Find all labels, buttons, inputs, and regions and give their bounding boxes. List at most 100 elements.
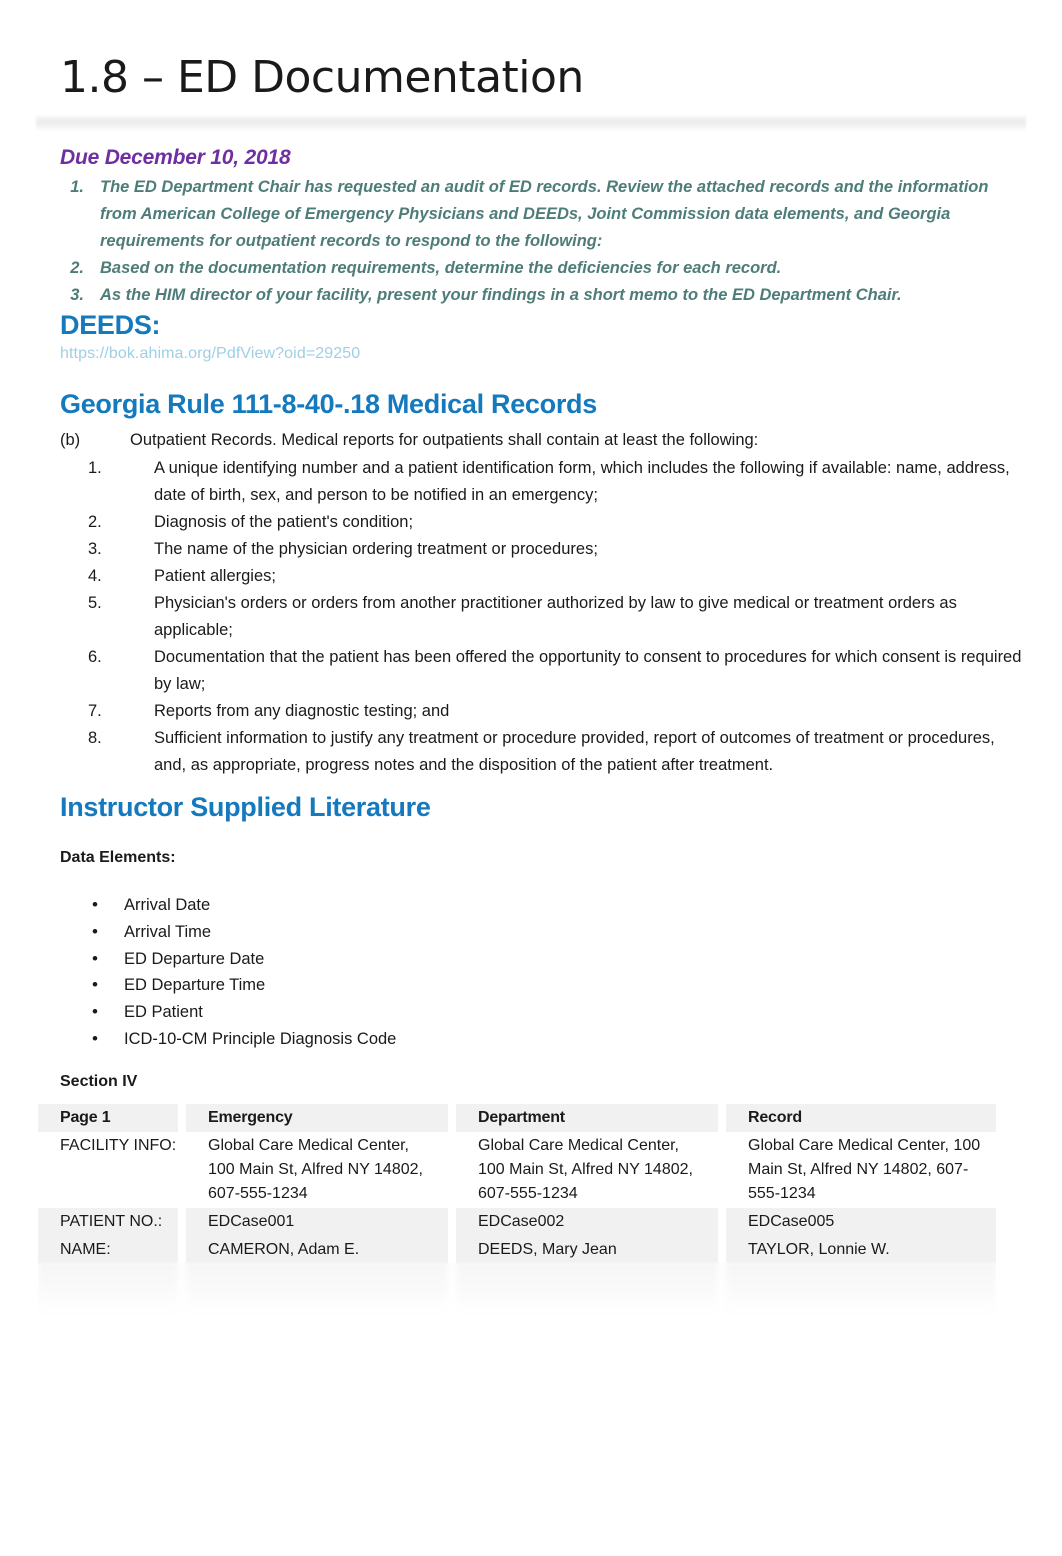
data-elements-label: Data Elements: (60, 849, 176, 866)
table-header-cell: Emergency (186, 1104, 456, 1132)
list-item-number: 7. (88, 702, 102, 720)
record-table-continued (38, 1262, 996, 1318)
data-elements-list: • Arrival Date • Arrival Time • ED Depar… (92, 892, 792, 1053)
bullet-icon: • (92, 948, 98, 968)
list-item-text: As the HIM director of your facility, pr… (100, 286, 902, 304)
list-item-number: 3. (88, 540, 102, 558)
list-item-number: 1. (70, 178, 84, 196)
list-item: 1. The ED Department Chair has requested… (60, 174, 1015, 255)
table-truncated-rows (38, 1262, 996, 1320)
table-cell: CAMERON, Adam E. (186, 1236, 456, 1264)
bullet-icon: • (92, 975, 98, 995)
instructor-literature-heading: Instructor Supplied Literature (60, 792, 431, 822)
list-item: • ED Departure Date (92, 946, 792, 973)
table-header-cell: Department (456, 1104, 726, 1132)
list-item-text: ED Departure Time (124, 976, 266, 995)
table-header-cell: Record (726, 1104, 996, 1132)
list-item: 3. The name of the physician ordering tr… (88, 536, 1028, 563)
list-item: 4. Patient allergies; (88, 563, 1028, 590)
table-header-row: Page 1 Emergency Department Record (38, 1104, 996, 1132)
list-item-text: ICD-10-CM Principle Diagnosis Code (124, 1029, 397, 1048)
list-item-text: A unique identifying number and a patien… (154, 459, 1010, 504)
row-label: FACILITY INFO: (38, 1132, 186, 1208)
list-item: 5. Physician's orders or orders from ano… (88, 590, 1028, 644)
list-item: 2. Diagnosis of the patient's condition; (88, 509, 1028, 536)
table-row: FACILITY INFO: Global Care Medical Cente… (38, 1132, 996, 1208)
row-label: NAME: (38, 1236, 186, 1264)
table-cell (186, 1290, 456, 1318)
table-cell (726, 1262, 996, 1290)
list-item-number: 2. (88, 513, 102, 531)
list-item-number: 4. (88, 567, 102, 585)
table-row (38, 1290, 996, 1318)
truncated-rows-blur (38, 1262, 996, 1318)
table-cell (726, 1290, 996, 1318)
list-item-text: Diagnosis of the patient's condition; (154, 513, 414, 531)
list-item-text: The name of the physician ordering treat… (154, 540, 598, 558)
list-item: • ED Patient (92, 999, 792, 1026)
table-cell: Global Care Medical Center, 100 Main St,… (456, 1132, 726, 1208)
list-item: • Arrival Date (92, 892, 792, 919)
list-item-text: Arrival Date (124, 896, 211, 914)
table-row (38, 1262, 996, 1290)
bullet-icon: • (92, 921, 98, 941)
table-cell (456, 1290, 726, 1318)
table-cell: EDCase005 (726, 1208, 996, 1236)
table-row: PATIENT NO.: EDCase001 EDCase002 EDCase0… (38, 1208, 996, 1236)
list-item-number: 8. (88, 729, 102, 747)
list-item-text: Based on the documentation requirements,… (100, 259, 782, 277)
deeds-heading: DEEDS: (60, 310, 161, 340)
list-item: 6. Documentation that the patient has be… (88, 644, 1028, 698)
georgia-subsection-text: Outpatient Records. Medical reports for … (130, 431, 759, 449)
list-item-number: 6. (88, 648, 102, 666)
bullet-icon: • (92, 895, 98, 914)
page-title: 1.8 – ED Documentation (60, 52, 584, 103)
list-item-text: ED Patient (124, 1003, 203, 1022)
list-item-text: Arrival Time (124, 922, 212, 941)
table-row: NAME: CAMERON, Adam E. DEEDS, Mary Jean … (38, 1236, 996, 1264)
document-page: 1.8 – ED Documentation Due December 10, … (0, 0, 1062, 1556)
bullet-icon: • (92, 1002, 98, 1022)
list-item-text: Sufficient information to justify any tr… (154, 729, 995, 774)
list-item: 8. Sufficient information to justify any… (88, 725, 1028, 779)
list-item-number: 2. (70, 259, 84, 277)
table-header-cell: Page 1 (38, 1104, 186, 1132)
title-divider (36, 116, 1026, 130)
deeds-link[interactable]: https://bok.ahima.org/PdfView?oid=29250 (60, 345, 360, 363)
table-cell: TAYLOR, Lonnie W. (726, 1236, 996, 1264)
list-item-number: 5. (88, 594, 102, 612)
georgia-subsection: (b) Outpatient Records. Medical reports … (60, 427, 1020, 454)
section-label: Section IV (60, 1073, 138, 1090)
list-item: 3. As the HIM director of your facility,… (60, 282, 1015, 309)
row-label (38, 1262, 186, 1290)
table-cell: DEEDS, Mary Jean (456, 1236, 726, 1264)
table-cell: Global Care Medical Center, 100 Main St,… (186, 1132, 456, 1208)
list-item: • ICD-10-CM Principle Diagnosis Code (92, 1026, 792, 1053)
due-date-line: Due December 10, 2018 (60, 146, 291, 169)
record-table: Page 1 Emergency Department Record FACIL… (38, 1104, 996, 1264)
assignment-list: 1. The ED Department Chair has requested… (60, 174, 1015, 309)
list-item-text: ED Departure Date (124, 949, 265, 968)
georgia-requirements-list: 1. A unique identifying number and a pat… (88, 455, 1028, 779)
table-cell (186, 1262, 456, 1290)
table-cell: EDCase002 (456, 1208, 726, 1236)
table-cell (456, 1262, 726, 1290)
list-item-text: Documentation that the patient has been … (154, 648, 1022, 693)
list-item: • ED Departure Time (92, 972, 792, 999)
georgia-subsection-label: (b) (60, 431, 81, 449)
table-cell: EDCase001 (186, 1208, 456, 1236)
list-item: 2. Based on the documentation requiremen… (60, 255, 1015, 282)
list-item: 7. Reports from any diagnostic testing; … (88, 698, 1028, 725)
row-label (38, 1290, 186, 1318)
list-item-number: 3. (70, 286, 84, 304)
row-label: PATIENT NO.: (38, 1208, 186, 1236)
list-item: 1. A unique identifying number and a pat… (88, 455, 1028, 509)
list-item-number: 1. (88, 459, 102, 477)
georgia-rule-heading: Georgia Rule 111-8-40-.18 Medical Record… (60, 389, 597, 419)
list-item-text: The ED Department Chair has requested an… (100, 178, 989, 250)
bullet-icon: • (92, 1028, 98, 1048)
list-item-text: Physician's orders or orders from anothe… (154, 594, 957, 639)
table-cell: Global Care Medical Center, 100 Main St,… (726, 1132, 996, 1208)
list-item-text: Reports from any diagnostic testing; and (154, 702, 450, 720)
list-item-text: Patient allergies; (154, 567, 276, 585)
